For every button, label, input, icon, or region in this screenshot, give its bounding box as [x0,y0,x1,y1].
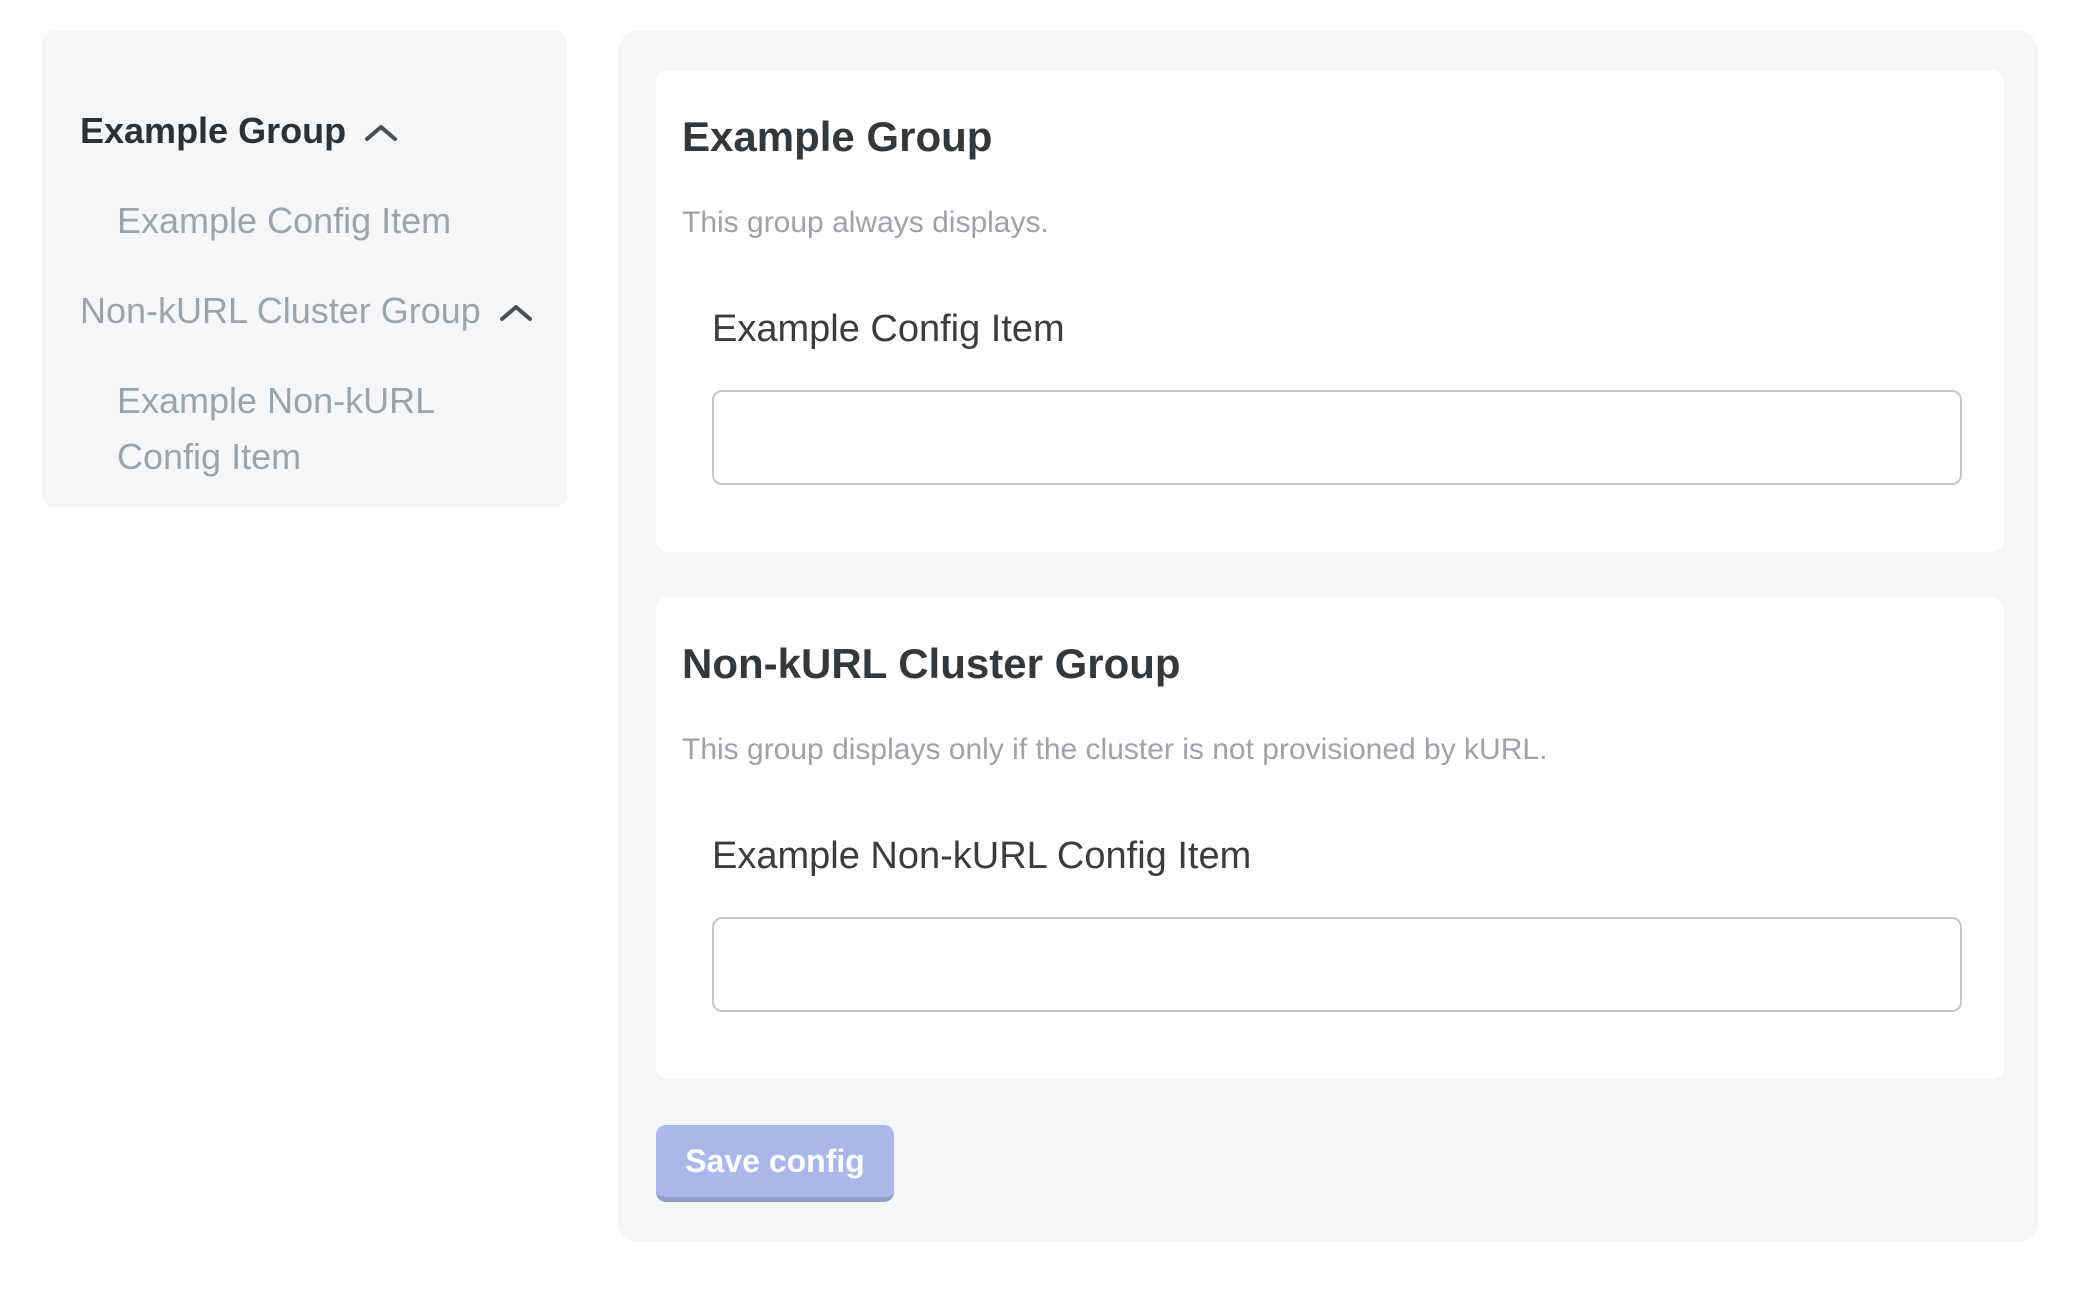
save-config-button[interactable]: Save config [656,1125,894,1202]
config-item-label: Example Non-kURL Config Item [712,833,1962,879]
config-group-card-non-kurl-cluster-group: Non-kURL Cluster Group This group displa… [656,597,2004,1079]
nav-group: Example Group Example Config Item [80,105,537,249]
config-group-card-example-group: Example Group This group always displays… [656,70,2004,552]
nav-group-header-example-group[interactable]: Example Group [80,105,537,157]
config-content: Example Group This group always displays… [618,31,2038,1242]
group-description: This group always displays. [682,204,1962,242]
config-item-input[interactable] [712,390,1962,485]
nav-group-header-non-kurl-cluster-group[interactable]: Non-kURL Cluster Group [80,285,537,337]
chevron-up-icon[interactable] [499,304,533,322]
config-nav-sidebar: Example Group Example Config Item Non-kU… [42,31,567,507]
nav-group-title: Example Group [80,105,346,157]
config-item-label: Example Config Item [712,306,1962,352]
nav-group: Non-kURL Cluster Group Example Non-kURL … [80,285,537,485]
group-title: Example Group [682,112,1962,162]
chevron-up-icon[interactable] [364,124,398,142]
nav-group-title: Non-kURL Cluster Group [80,285,481,337]
group-title: Non-kURL Cluster Group [682,639,1962,689]
config-item-input[interactable] [712,917,1962,1012]
config-item: Example Non-kURL Config Item [712,833,1962,1012]
group-description: This group displays only if the cluster … [682,731,1962,769]
nav-item-example-non-kurl-config-item[interactable]: Example Non-kURL Config Item [117,373,537,485]
nav-item-example-config-item[interactable]: Example Config Item [117,193,537,249]
config-item: Example Config Item [712,306,1962,485]
